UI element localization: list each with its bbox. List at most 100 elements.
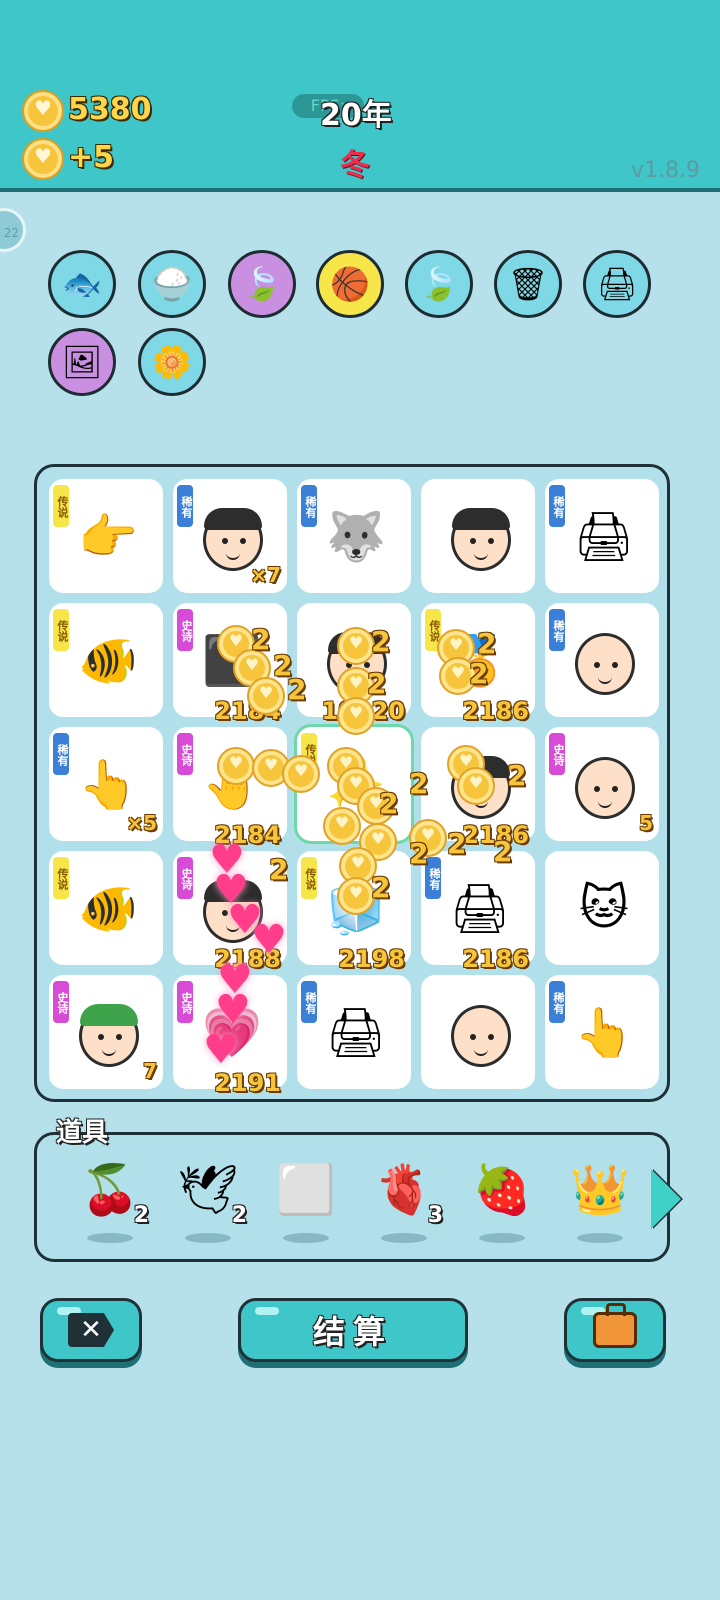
board-cell-printer[interactable]: 稀有 🖨 xyxy=(545,479,659,593)
koi-fish-icon: 🐠 xyxy=(78,880,138,937)
printer-icon[interactable]: 🖨 xyxy=(583,250,651,318)
rarity-tag: 稀有 xyxy=(301,981,317,1023)
lychee-tool[interactable]: 🍒 2 xyxy=(71,1155,151,1245)
old-man-icon xyxy=(575,757,635,819)
board-cell-glasses-man[interactable] xyxy=(421,975,535,1089)
floating-heart-icon: ♥ xyxy=(251,917,287,963)
floating-value: 2 xyxy=(367,667,387,700)
floating-coin-icon xyxy=(337,877,375,915)
rarity-tag: 稀有 xyxy=(549,485,565,527)
floating-value: 2 xyxy=(409,837,429,870)
board-cell-printer[interactable]: 稀有 🖨 xyxy=(297,975,411,1089)
floating-heart-icon: ♥ xyxy=(203,1027,239,1073)
leaf-icon[interactable]: 🍃 xyxy=(228,250,296,318)
floating-coin-icon xyxy=(457,767,495,805)
pointing-hand-icon: 👉 xyxy=(78,508,138,565)
strawberry-tool[interactable]: 🍓 xyxy=(463,1155,543,1245)
fishbowl-icon[interactable]: 🐟 xyxy=(48,250,116,318)
floating-value: 2 xyxy=(251,623,271,656)
dove-tool[interactable]: 🕊 2 xyxy=(169,1155,249,1245)
settle-button[interactable]: 结算 xyxy=(238,1298,468,1362)
board-cell-printer[interactable]: 稀有 🖨 2186 xyxy=(421,851,535,973)
tool-count: 2 xyxy=(231,1203,247,1228)
strawberry-icon: 🍓 xyxy=(472,1162,532,1218)
board-cell-cat[interactable]: 🐱 xyxy=(545,851,659,965)
rarity-tag: 稀有 xyxy=(301,485,317,527)
bald-man-icon xyxy=(575,633,635,695)
floating-value: 2 xyxy=(469,657,489,690)
board-cell-bald-man[interactable]: 稀有 xyxy=(545,603,659,717)
floating-coin-icon xyxy=(323,807,361,845)
rarity-tag: 传说 xyxy=(53,609,69,651)
rarity-tag: 史诗 xyxy=(177,609,193,651)
man-face-icon xyxy=(451,508,511,571)
board-cell-pointing-hand[interactable]: 传说 👉 xyxy=(49,479,163,593)
item-value: 2186 xyxy=(462,697,529,725)
board-cell-green-hair-face[interactable]: 史诗 7 xyxy=(49,975,163,1089)
item-count: ×7 xyxy=(250,563,281,587)
floating-coin-icon xyxy=(217,747,255,785)
liver-icon: 🫀 xyxy=(374,1162,434,1218)
board-cell-pointing-hand-brown[interactable]: 稀有 👆 ×5 xyxy=(49,727,163,841)
floating-value: 2 xyxy=(507,759,527,792)
floating-value: 2 xyxy=(287,673,307,706)
board-cell-koi-fish[interactable]: 传说 🐠 xyxy=(49,851,163,965)
rarity-tag: 史诗 xyxy=(53,981,69,1023)
leaf-icon[interactable]: 🍃 xyxy=(405,250,473,318)
item-value: 2198 xyxy=(338,945,405,973)
coin-income: +5 xyxy=(68,140,115,175)
scroll-right-arrow-icon[interactable] xyxy=(651,1169,681,1229)
floating-value: 2 xyxy=(371,625,391,658)
rarity-tag: 史诗 xyxy=(177,857,193,899)
rarity-tag: 史诗 xyxy=(177,981,193,1023)
tool-count: 2 xyxy=(133,1203,149,1228)
liver-tool[interactable]: 🫀 3 xyxy=(365,1155,445,1245)
item-value: 2186 xyxy=(462,945,529,973)
board-cell-old-man[interactable]: 史诗 5 xyxy=(545,727,659,841)
tools-title: 道具 xyxy=(56,1118,109,1148)
rarity-tag: 稀有 xyxy=(177,485,193,527)
floating-value: 2 xyxy=(409,767,429,800)
exit-button[interactable]: ✕ xyxy=(40,1298,142,1362)
lychee-icon: 🍒 xyxy=(80,1162,140,1218)
floating-value: 2 xyxy=(493,835,513,868)
side-timer-button[interactable]: 22 xyxy=(0,208,26,252)
crown-tool[interactable]: 👑 xyxy=(561,1155,641,1245)
rarity-tag: 传说 xyxy=(53,857,69,899)
board-cell-koi-fish[interactable]: 传说 🐠 xyxy=(49,603,163,717)
board-cell-pointing-hand-brown[interactable]: 稀有 👆 xyxy=(545,975,659,1089)
rarity-tag: 稀有 xyxy=(549,609,565,651)
rarity-tag: 稀有 xyxy=(53,733,69,775)
floating-value: 2 xyxy=(477,627,497,660)
item-count: 7 xyxy=(143,1059,157,1083)
printer-icon: 🖨 xyxy=(573,508,635,565)
printer-icon: 🖨 xyxy=(325,1004,387,1061)
trash-bag-icon[interactable]: 🗑 xyxy=(494,250,562,318)
police-officer-icon xyxy=(203,508,263,571)
floating-coin-icon xyxy=(247,677,285,715)
coin-icon xyxy=(22,138,64,180)
board-cell-police-officer[interactable]: 稀有 ×7 xyxy=(173,479,287,593)
pointing-hand-brown-icon: 👆 xyxy=(78,756,138,813)
item-count: 5 xyxy=(639,811,653,835)
year-label: 20年 xyxy=(320,98,392,133)
board-cell-man-face[interactable] xyxy=(421,479,535,593)
printer-icon: 🖨 xyxy=(449,880,511,937)
rice-bowl-icon[interactable]: 🍚 xyxy=(138,250,206,318)
flower-pot-icon[interactable]: 🌼 xyxy=(138,328,206,396)
rarity-tag: 稀有 xyxy=(549,981,565,1023)
koi-fish-icon: 🐠 xyxy=(78,632,138,689)
pointing-hand-brown-icon: 👆 xyxy=(574,1004,634,1061)
floating-coin-icon xyxy=(337,697,375,735)
board-cell-husky-dog[interactable]: 稀有 🐺 xyxy=(297,479,411,593)
briefcase-button[interactable] xyxy=(564,1298,666,1362)
briefcase-icon xyxy=(593,1303,637,1348)
rarity-tag: 史诗 xyxy=(549,733,565,775)
frame-tool[interactable]: ⬜ xyxy=(267,1155,347,1245)
photo-frame-icon[interactable]: 🖼 xyxy=(48,328,116,396)
cat-icon: 🐱 xyxy=(578,880,630,936)
basketballs-icon[interactable]: 🏀 xyxy=(316,250,384,318)
floating-coin-icon xyxy=(282,755,320,793)
green-hair-face-icon xyxy=(79,1004,139,1067)
floating-coin-icon xyxy=(337,627,375,665)
